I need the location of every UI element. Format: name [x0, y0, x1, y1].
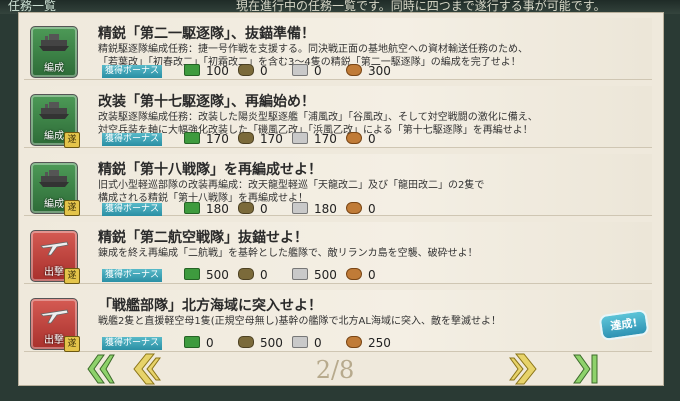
reward-bauxite: 0 — [346, 202, 376, 216]
ammo-icon — [238, 64, 254, 76]
reward-steel: 500 — [292, 268, 337, 282]
bonus-tag: 獲得ボーナス — [102, 337, 162, 350]
reward-steel: 180 — [292, 202, 337, 216]
reward-ammo: 0 — [238, 64, 268, 78]
ship-icon — [39, 34, 69, 51]
bauxite-icon — [346, 336, 362, 348]
prev-page-arrow-icon[interactable] — [130, 352, 162, 386]
desc-line: 精鋭駆逐隊編成任務：捷一号作戦を支援する。同決戦正面の基地航空への資材輸送任務の… — [98, 44, 528, 55]
reward-bauxite: 0 — [346, 132, 376, 146]
bonus-tag: 獲得ボーナス — [102, 269, 162, 282]
plane-icon — [40, 309, 69, 324]
category-badge-organize: 編成 — [30, 26, 78, 78]
quest-description: 戦艦2隻と直援軽空母1隻(正規空母無し)基幹の艦隊で北方AL海域に突入、敵を撃滅… — [98, 315, 501, 328]
ammo-icon — [238, 336, 254, 348]
desc-line: 戦艦2隻と直援軽空母1隻(正規空母無し)基幹の艦隊で北方AL海域に突入、敵を撃滅… — [98, 316, 501, 327]
reward-steel: 0 — [292, 336, 322, 350]
reward-ammo: 0 — [238, 202, 268, 216]
reward-fuel: 170 — [184, 132, 229, 146]
next-page-arrow-icon[interactable] — [508, 352, 540, 386]
bonus-tag: 獲得ボーナス — [102, 203, 162, 216]
quest-title: 「戦艦部隊」北方海域に突入せよ！ — [98, 298, 322, 314]
in-progress-marker: 遂 — [64, 200, 80, 216]
reward-fuel: 500 — [184, 268, 229, 282]
desc-line: 改装駆逐隊編成任務：改装した陽炎型駆逐艦「浦風改」「谷風改」、そして対空戦闘の激… — [98, 112, 538, 123]
reward-fuel: 100 — [184, 64, 229, 78]
fuel-icon — [184, 64, 200, 76]
header-notice: 現在進行中の任務一覧です。同時に四つまで遂行する事が可能です。 — [236, 0, 606, 13]
fuel-icon — [184, 132, 200, 144]
bauxite-icon — [346, 202, 362, 214]
ammo-icon — [238, 268, 254, 280]
ammo-icon — [238, 202, 254, 214]
desc-line: 旧式小型軽巡部隊の改装再編成：改天龍型軽巡「天龍改二」及び「龍田改二」の2隻で — [98, 180, 485, 191]
category-label: 編成 — [44, 63, 64, 74]
steel-icon — [292, 202, 308, 214]
plane-icon — [40, 241, 69, 256]
quest-row[interactable]: 編成 遂 改装「第十七駆逐隊」、再編始め！ 改装駆逐隊編成任務：改装した陽炎型駆… — [24, 86, 652, 148]
ship-icon — [39, 102, 69, 119]
in-progress-marker: 遂 — [64, 268, 80, 284]
fuel-icon — [184, 268, 200, 280]
quest-description: 錬成を終え再編成「二航戦」を基幹とした艦隊で、敵リランカ島を空襲、破砕せよ！ — [98, 247, 478, 260]
reward-ammo: 170 — [238, 132, 283, 146]
quest-row[interactable]: 出撃 遂 精鋭「第二航空戦隊」抜錨せよ！ 錬成を終え再編成「二航戦」を基幹とした… — [24, 222, 652, 284]
bauxite-icon — [346, 268, 362, 280]
first-page-arrow-icon[interactable] — [84, 352, 116, 386]
desc-line: 錬成を終え再編成「二航戦」を基幹とした艦隊で、敵リランカ島を空襲、破砕せよ！ — [98, 248, 478, 259]
reward-steel: 0 — [292, 64, 322, 78]
bonus-tag: 獲得ボーナス — [102, 133, 162, 146]
reward-steel: 170 — [292, 132, 337, 146]
ammo-icon — [238, 132, 254, 144]
page-indicator: 2/8 — [315, 356, 355, 384]
reward-bauxite: 0 — [346, 268, 376, 282]
steel-icon — [292, 336, 308, 348]
quest-row[interactable]: 編成 精鋭「第二一駆逐隊」、抜錨準備！ 精鋭駆逐隊編成任務：捷一号作戦を支援する… — [24, 18, 652, 80]
quest-title: 精鋭「第十八戦隊」を再編成せよ！ — [98, 162, 322, 178]
reward-ammo: 500 — [238, 336, 283, 350]
quest-row[interactable]: 編成 遂 精鋭「第十八戦隊」を再編成せよ！ 旧式小型軽巡部隊の改装再編成：改天龍… — [24, 154, 652, 216]
quest-title: 改装「第十七駆逐隊」、再編始め！ — [98, 94, 315, 110]
steel-icon — [292, 64, 308, 76]
fuel-icon — [184, 202, 200, 214]
steel-icon — [292, 132, 308, 144]
ship-icon — [39, 170, 69, 187]
in-progress-marker: 遂 — [64, 132, 80, 148]
reward-bauxite: 300 — [346, 64, 391, 78]
reward-fuel: 180 — [184, 202, 229, 216]
bauxite-icon — [346, 132, 362, 144]
fuel-icon — [184, 336, 200, 348]
last-page-arrow-icon[interactable] — [568, 352, 600, 386]
reward-ammo: 0 — [238, 268, 268, 282]
bauxite-icon — [346, 64, 362, 76]
screen-title: 任務一覧 — [8, 0, 57, 13]
steel-icon — [292, 268, 308, 280]
quest-title: 精鋭「第二一駆逐隊」、抜錨準備！ — [98, 26, 315, 42]
quest-title: 精鋭「第二航空戦隊」抜錨せよ！ — [98, 230, 308, 246]
bonus-tag: 獲得ボーナス — [102, 65, 162, 78]
reward-fuel: 0 — [184, 336, 214, 350]
quest-row[interactable]: 出撃 遂 「戦艦部隊」北方海域に突入せよ！ 戦艦2隻と直援軽空母1隻(正規空母無… — [24, 290, 652, 352]
in-progress-marker: 遂 — [64, 336, 80, 352]
reward-bauxite: 250 — [346, 336, 391, 350]
